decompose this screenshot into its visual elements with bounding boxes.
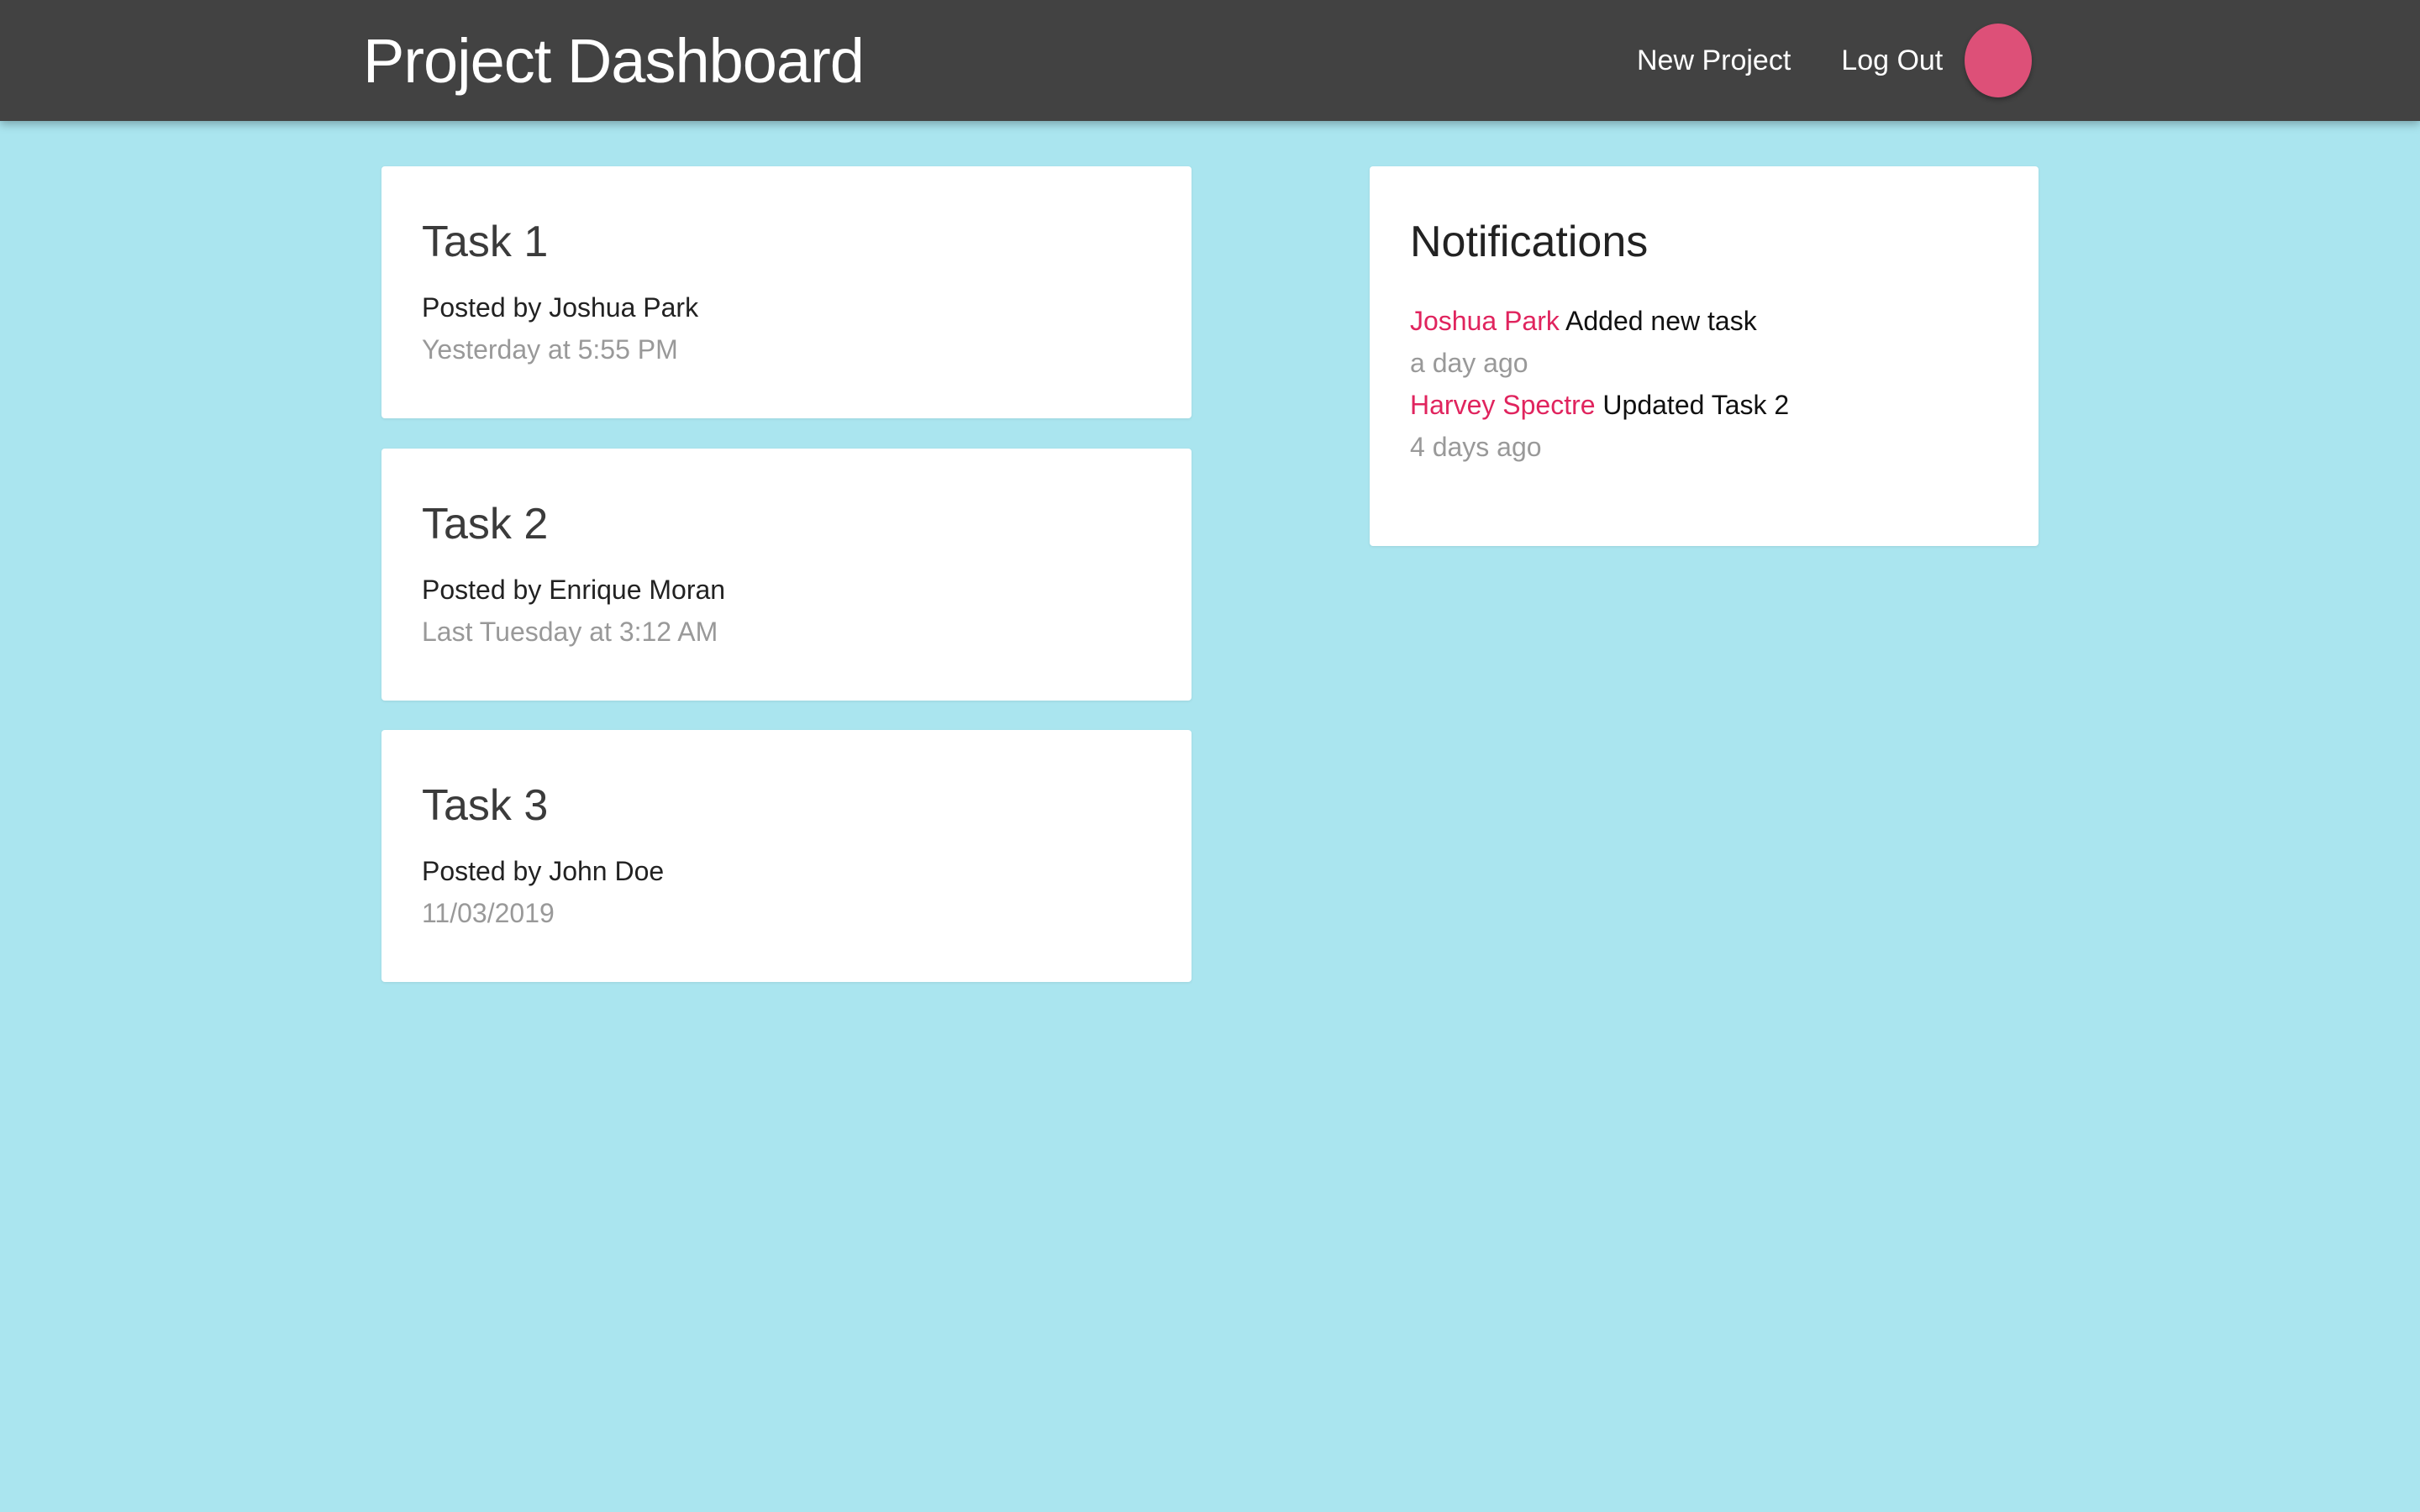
task-date: Yesterday at 5:55 PM [422,334,678,365]
task-author: Posted by Enrique Moran [422,575,726,605]
notification-user-link[interactable]: Harvey Spectre [1410,390,1596,420]
notification-time: 4 days ago [1410,432,1542,462]
task-date: Last Tuesday at 3:12 AM [422,617,718,647]
top-navbar: Project Dashboard New Project Log Out [0,0,2420,121]
task-title: Task 1 [422,218,549,266]
task-date: 11/03/2019 [422,898,555,928]
page-title: Project Dashboard [363,26,865,96]
notifications-title: Notifications [1410,218,1649,266]
nav-links: New Project Log Out [1637,0,1993,121]
notifications-panel: Notifications Joshua Park Added new task… [1370,166,2039,546]
task-author: Posted by Joshua Park [422,292,699,323]
task-title: Task 3 [422,781,549,830]
notification-time: a day ago [1410,348,1528,378]
task-author: Posted by John Doe [422,856,665,886]
new-project-link[interactable]: New Project [1637,45,1791,77]
task-card-1[interactable]: Task 1 Posted by Joshua Park Yesterday a… [381,166,1192,418]
notification-action: Updated Task 2 [1602,390,1790,420]
notification-item: Harvey Spectre Updated Task 2 [1410,388,1789,422]
log-out-link[interactable]: Log Out [1841,45,1943,77]
notification-item: Joshua Park Added new task [1410,304,1757,338]
task-card-2[interactable]: Task 2 Posted by Enrique Moran Last Tues… [381,449,1192,701]
task-title: Task 2 [422,500,549,549]
avatar[interactable] [1965,24,2032,97]
task-card-3[interactable]: Task 3 Posted by John Doe 11/03/2019 [381,730,1192,982]
notification-user-link[interactable]: Joshua Park [1410,306,1560,336]
notification-action: Added new task [1565,306,1757,336]
